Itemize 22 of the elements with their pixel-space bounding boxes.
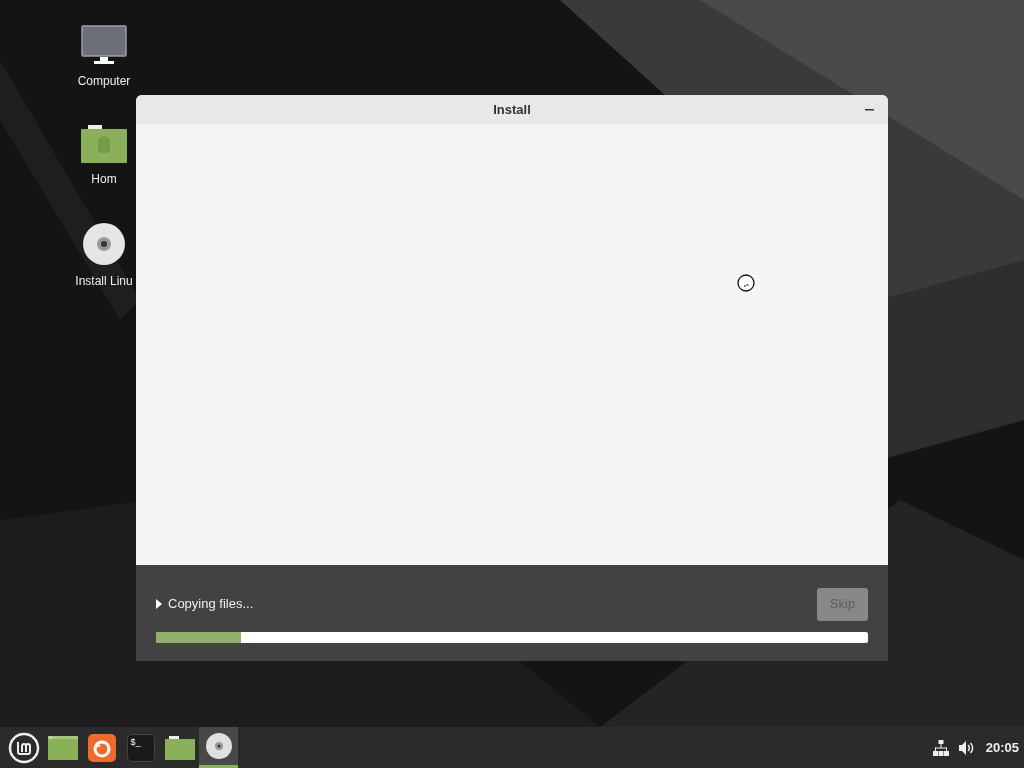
menu-logo-icon [7,731,40,764]
minimize-icon[interactable] [865,109,874,111]
volume-icon[interactable] [958,740,976,755]
status-text: Copying files... [168,595,254,614]
window-title: Install [493,100,531,119]
folder-icon [164,735,195,760]
disc-icon [82,222,126,266]
taskbar-button[interactable] [199,727,238,768]
network-icon[interactable] [932,739,949,756]
window-icon [47,735,78,760]
browser-icon [87,733,116,762]
clock[interactable]: 20:05 [985,737,1019,758]
taskbar-button[interactable]: $_ [121,727,160,768]
terminal-icon: $_ [126,733,155,762]
desktop-icon-label[interactable]: Install Linu [75,272,133,290]
home-folder-icon [80,124,128,164]
disc-icon [204,732,233,760]
desktop-icon-label[interactable]: Hom [91,170,117,188]
monitor-icon [80,24,128,66]
busy-cursor-icon [737,274,755,292]
expander-arrow-icon[interactable] [156,599,162,609]
desktop-icon-label[interactable]: Computer [77,72,131,90]
